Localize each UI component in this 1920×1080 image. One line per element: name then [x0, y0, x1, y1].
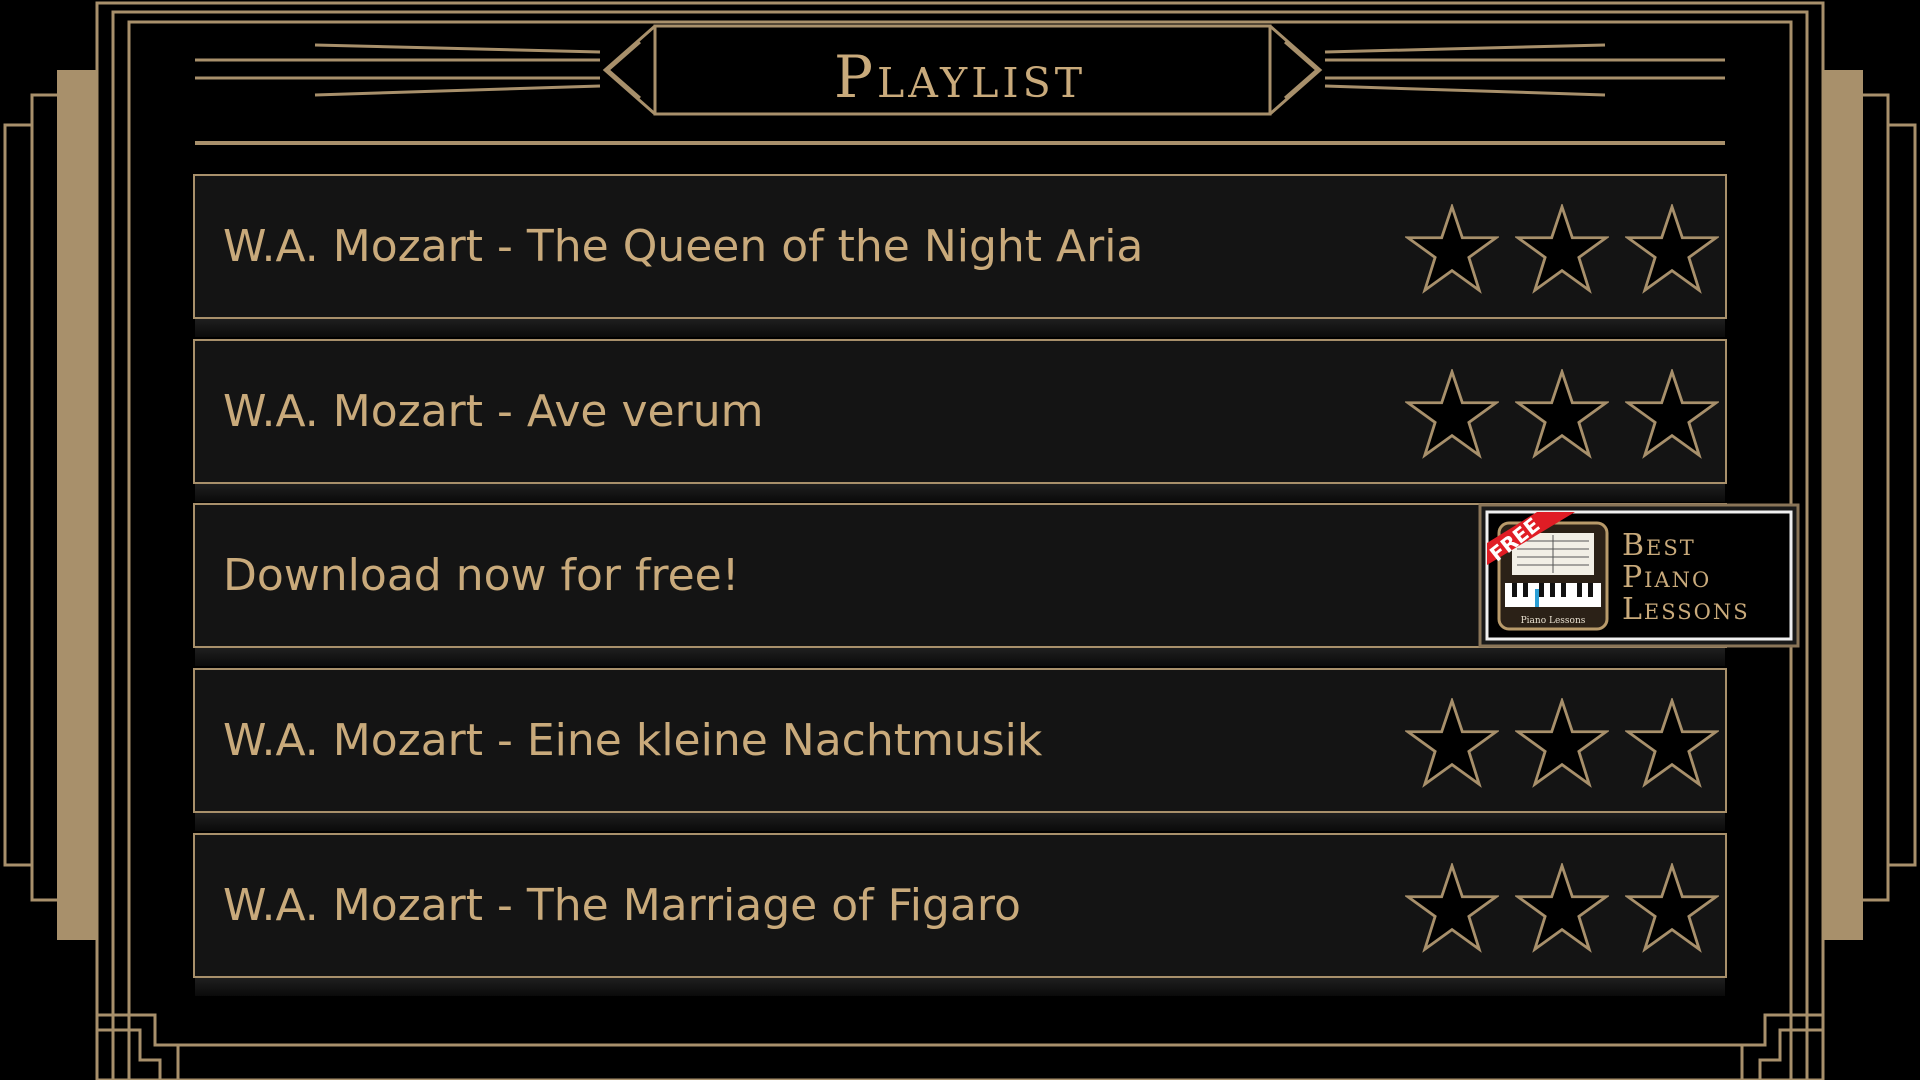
star-rating — [1405, 863, 1719, 953]
star-rating — [1405, 369, 1719, 459]
star-icon — [1625, 204, 1719, 294]
song-title: W.A. Mozart - The Queen of the Night Ari… — [223, 221, 1144, 272]
song-title: W.A. Mozart - Eine kleine Nachtmusik — [223, 715, 1043, 766]
song-title: W.A. Mozart - Ave verum — [223, 386, 764, 437]
star-icon — [1625, 863, 1719, 953]
promo-text: Download now for free! — [223, 550, 740, 601]
star-icon — [1515, 863, 1609, 953]
star-icon — [1405, 698, 1499, 788]
playlist-item-1[interactable]: W.A. Mozart - The Queen of the Night Ari… — [193, 174, 1727, 337]
star-icon — [1405, 204, 1499, 294]
page-title: Playlist — [833, 43, 1087, 111]
star-icon — [1625, 698, 1719, 788]
playlist-item-2[interactable]: W.A. Mozart - Ave verum — [193, 339, 1727, 502]
star-icon — [1515, 204, 1609, 294]
playlist-item-4[interactable]: W.A. Mozart - The Marriage of Figaro — [193, 833, 1727, 996]
star-rating — [1405, 204, 1719, 294]
star-icon — [1515, 698, 1609, 788]
promo-icon-caption: Piano Lessons — [1521, 616, 1586, 626]
star-icon — [1405, 863, 1499, 953]
star-icon — [1515, 369, 1609, 459]
star-rating — [1405, 698, 1719, 788]
promo-row[interactable]: Download now for free! Piano Lessons FRE… — [193, 503, 1800, 666]
playlist-item-3[interactable]: W.A. Mozart - Eine kleine Nachtmusik — [193, 668, 1727, 831]
song-title: W.A. Mozart - The Marriage of Figaro — [223, 880, 1021, 931]
promo-title-line-3: Lessons — [1622, 592, 1750, 627]
star-icon — [1625, 369, 1719, 459]
star-icon — [1405, 369, 1499, 459]
promo-title-line-2: Piano — [1622, 560, 1711, 595]
promo-banner[interactable]: Piano Lessons FREE Best Piano Lessons — [1457, 503, 1827, 648]
promo-title-line-1: Best — [1622, 528, 1696, 563]
